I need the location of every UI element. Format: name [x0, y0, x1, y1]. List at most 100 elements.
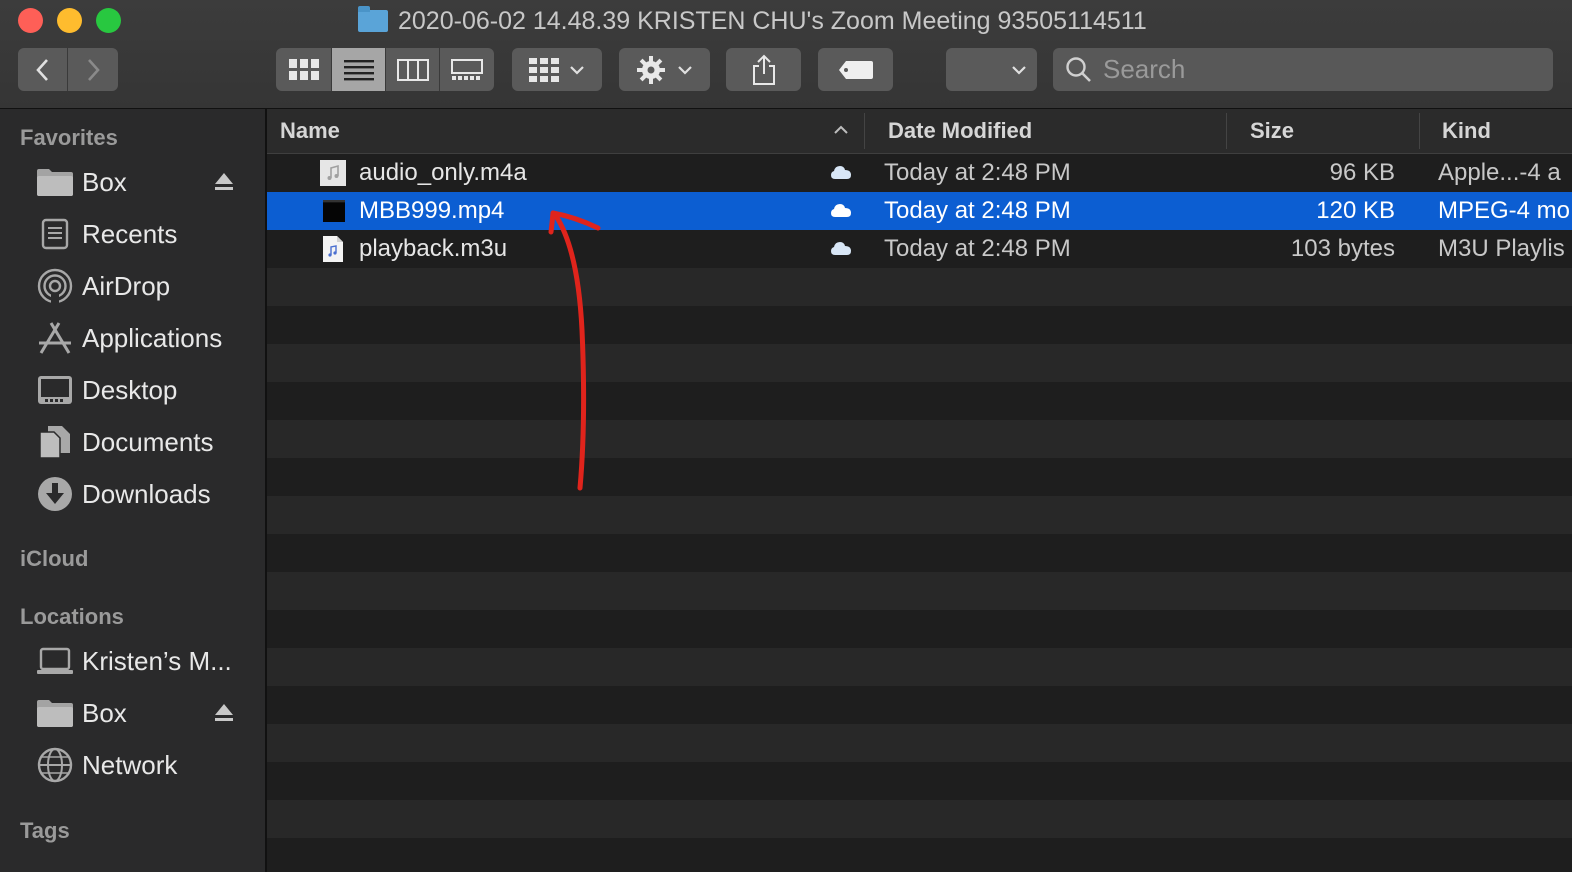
empty-row [267, 496, 1572, 534]
empty-row [267, 572, 1572, 610]
table-row[interactable]: playback.m3u Today at 2:48 PM 103 bytes … [267, 230, 1572, 268]
desktop-icon [36, 373, 74, 407]
empty-row [267, 800, 1572, 838]
sidebar-item-documents[interactable]: Documents [36, 422, 251, 462]
chevron-down-icon [1012, 65, 1026, 75]
file-list: Name Date Modified Size Kind audio_only.… [267, 109, 1572, 872]
chevron-down-icon [570, 65, 584, 75]
file-name: audio_only.m4a [359, 159, 527, 186]
eject-icon[interactable] [213, 701, 235, 725]
sidebar-item-desktop[interactable]: Desktop [36, 370, 251, 410]
sidebar-item-label: AirDrop [82, 270, 171, 301]
column-header-kind[interactable]: Kind [1442, 109, 1491, 153]
group-by-button[interactable] [512, 48, 602, 91]
sidebar-item-recents[interactable]: Recents [36, 214, 251, 254]
applications-icon [36, 321, 74, 355]
date-modified: Today at 2:48 PM [884, 235, 1071, 262]
file-name: playback.m3u [359, 235, 508, 262]
column-header-date[interactable]: Date Modified [888, 109, 1032, 153]
window-title: 2020-06-02 14.48.39 KRISTEN CHU's Zoom M… [358, 5, 1147, 37]
gear-icon [636, 55, 665, 84]
empty-row [267, 306, 1572, 344]
folder-icon [358, 6, 388, 32]
table-row[interactable]: audio_only.m4a Today at 2:48 PM 96 KB Ap… [267, 154, 1572, 192]
column-divider[interactable] [864, 113, 865, 149]
empty-row [267, 344, 1572, 382]
back-button[interactable] [18, 48, 68, 91]
empty-row [267, 420, 1572, 458]
empty-row [267, 686, 1572, 724]
sidebar-item-downloads[interactable]: Downloads [36, 474, 251, 514]
column-divider[interactable] [1419, 113, 1420, 149]
eject-icon[interactable] [213, 170, 235, 194]
empty-row [267, 268, 1572, 306]
column-header: Name Date Modified Size Kind [267, 109, 1572, 154]
chevron-left-icon [35, 58, 48, 81]
empty-row [267, 838, 1572, 872]
close-window-button[interactable] [18, 8, 43, 33]
toolbar: 2020-06-02 14.48.39 KRISTEN CHU's Zoom M… [0, 0, 1572, 109]
share-button[interactable] [726, 48, 801, 91]
sidebar-item-computer[interactable]: Kristen’s M... [36, 641, 251, 681]
column-view-button[interactable] [386, 48, 440, 91]
tags-header[interactable]: Tags [20, 818, 70, 844]
search-field[interactable] [1053, 48, 1553, 91]
audio-file-icon [320, 160, 346, 186]
search-input[interactable] [1101, 53, 1525, 86]
empty-row [267, 724, 1572, 762]
list-icon [343, 59, 374, 80]
sidebar-item-label: Desktop [82, 374, 178, 405]
sidebar: Favorites Box Recents AirDrop Applicatio… [0, 109, 267, 872]
sidebar-item-airdrop[interactable]: AirDrop [36, 266, 251, 306]
recents-icon [36, 217, 74, 251]
empty-row [267, 382, 1572, 420]
documents-icon [36, 425, 74, 459]
sidebar-item-label: Documents [82, 426, 214, 457]
locations-header: Locations [20, 604, 124, 629]
sort-ascending-icon[interactable] [833, 125, 849, 135]
file-kind: MPEG-4 mo [1438, 197, 1571, 224]
sidebar-item-label: Network [82, 749, 178, 780]
sidebar-item-network[interactable]: Network [36, 745, 251, 785]
chevron-right-icon [88, 58, 100, 81]
file-size: 120 KB [1316, 197, 1395, 224]
list-view-button[interactable] [332, 48, 386, 91]
icloud-header[interactable]: iCloud [20, 546, 88, 572]
empty-row [267, 762, 1572, 800]
date-modified: Today at 2:48 PM [884, 159, 1071, 186]
action-button[interactable] [619, 48, 710, 91]
file-kind: M3U Playlis [1438, 235, 1565, 262]
column-divider[interactable] [1226, 113, 1227, 149]
grid-icon [288, 58, 319, 80]
file-kind: Apple...-4 a [1438, 159, 1561, 186]
gallery-icon [451, 58, 483, 80]
video-file-icon [323, 200, 345, 222]
tags-button[interactable] [818, 48, 893, 91]
zoom-window-button[interactable] [96, 8, 121, 33]
downloads-icon [36, 477, 74, 511]
icon-view-button[interactable] [276, 48, 332, 91]
column-header-name[interactable]: Name [280, 109, 340, 153]
sidebar-item-box-location[interactable]: Box [36, 693, 251, 733]
sidebar-item-label: Kristen’s M... [82, 645, 232, 676]
file-name: MBB999.mp4 [359, 197, 505, 224]
chevron-down-icon [677, 65, 692, 75]
sidebar-item-label: Downloads [82, 478, 211, 509]
empty-row [267, 458, 1572, 496]
empty-row [267, 534, 1572, 572]
column-header-size[interactable]: Size [1250, 109, 1294, 153]
network-icon [36, 747, 74, 783]
icloud-status-icon [831, 166, 851, 179]
sidebar-item-box[interactable]: Box [36, 162, 251, 202]
forward-button[interactable] [68, 48, 118, 91]
airdrop-icon [36, 268, 74, 304]
sidebar-item-applications[interactable]: Applications [36, 318, 251, 358]
share-icon [752, 54, 775, 85]
gallery-view-button[interactable] [440, 48, 494, 91]
path-dropdown[interactable] [946, 48, 1037, 91]
folder-icon [36, 165, 74, 199]
sidebar-item-label: Box [82, 697, 127, 728]
favorites-header: Favorites [20, 125, 118, 150]
minimize-window-button[interactable] [57, 8, 82, 33]
table-row-selected[interactable]: MBB999.mp4 Today at 2:48 PM 120 KB MPEG-… [267, 192, 1572, 230]
